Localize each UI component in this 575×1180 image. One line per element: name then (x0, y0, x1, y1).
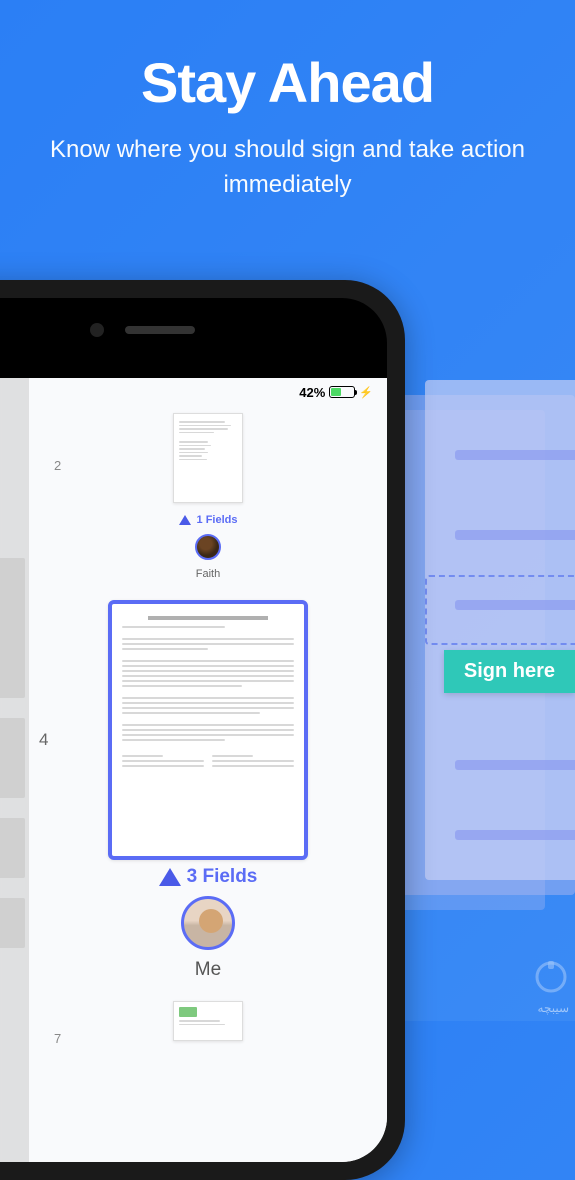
page-number: 2 (54, 458, 61, 473)
hero-subtitle: Know where you should sign and take acti… (40, 133, 535, 203)
page-number: 7 (54, 1031, 61, 1046)
avatar-name-me: Me (29, 959, 387, 981)
page-7-thumb[interactable] (173, 1001, 243, 1041)
page-4-fields-label: 3 Fields (187, 866, 258, 888)
page-thumbnail-2[interactable]: 2 1 Fields Faith (29, 413, 387, 580)
avatar-name-faith: Faith (29, 568, 387, 580)
document-pages-panel[interactable]: 2 1 Fields Faith (29, 378, 387, 1162)
phone-camera (90, 323, 104, 337)
status-battery-pct: 42% (299, 385, 325, 400)
avatar-faith[interactable] (195, 534, 221, 560)
watermark-logo: سیبچه (533, 959, 569, 1015)
triangle-up-icon (179, 515, 191, 525)
phone-frame: 5:54 PM 42% ⚡ 2 (0, 280, 405, 1180)
page-thumbnail-4-selected[interactable]: 4 (29, 600, 387, 981)
hero-section: Stay Ahead Know where you should sign an… (0, 0, 575, 233)
phone-screen: 5:54 PM 42% ⚡ 2 (0, 378, 387, 1162)
page-4-thumb[interactable] (108, 600, 308, 860)
page-4-fields-row: 3 Fields (29, 866, 387, 888)
dashed-highlight-box (425, 575, 575, 645)
page-thumbnail-7[interactable]: 7 (29, 1001, 387, 1046)
charging-icon: ⚡ (359, 386, 373, 399)
page-2-thumb[interactable] (173, 413, 243, 503)
page-2-fields-label: 1 Fields (197, 514, 238, 526)
phone-speaker (125, 326, 195, 334)
sign-here-badge[interactable]: Sign here (444, 650, 575, 693)
avatar-me[interactable] (181, 896, 235, 950)
page-number: 4 (39, 730, 48, 750)
left-dimmed-panel (0, 378, 29, 1162)
hero-title: Stay Ahead (40, 50, 535, 115)
page-2-fields-row: 1 Fields (29, 514, 387, 526)
status-bar: 5:54 PM 42% ⚡ (0, 378, 387, 406)
triangle-up-icon (159, 868, 181, 886)
battery-icon (329, 386, 355, 398)
